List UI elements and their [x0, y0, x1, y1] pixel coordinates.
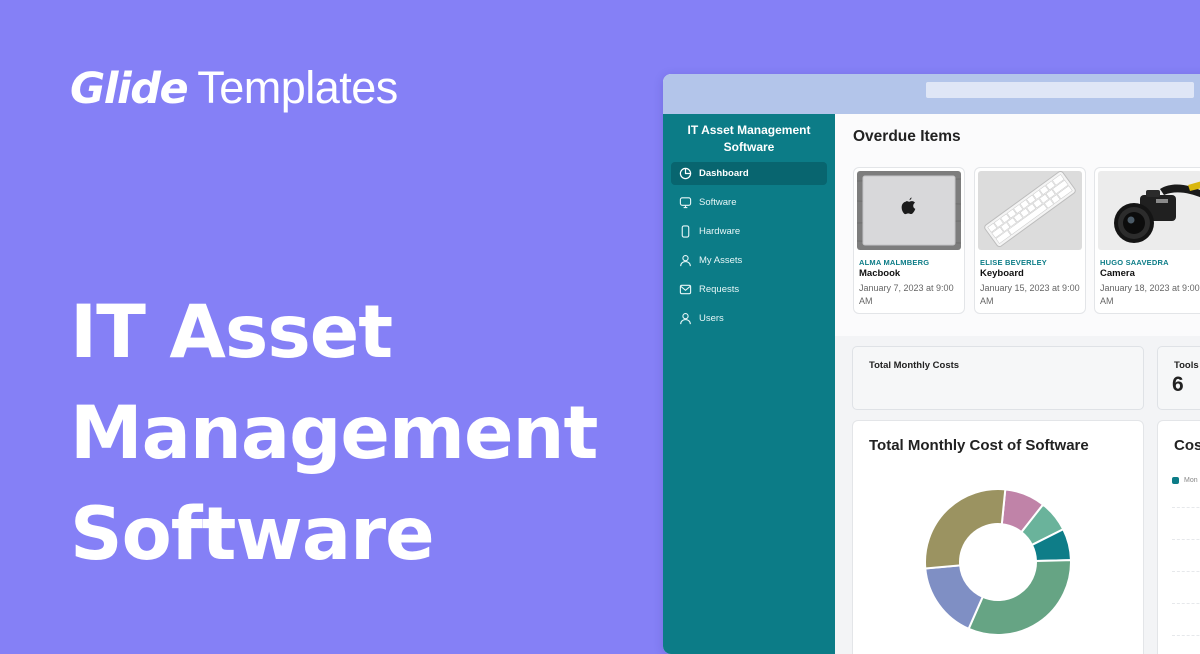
brand: Glide Templates [70, 62, 398, 114]
legend-swatch [1172, 477, 1179, 484]
sidebar: IT Asset Management Software Dashboard S… [663, 114, 835, 654]
sidebar-item-label: Hardware [699, 226, 741, 237]
item-owner: ALMA MALMBERG [859, 258, 930, 267]
sidebar-item-software[interactable]: Software [671, 191, 827, 214]
stat-label: Tools [1174, 360, 1199, 371]
item-name: Keyboard [980, 268, 1024, 279]
cost-chart-card: Cos Mon [1157, 420, 1200, 654]
sidebar-item-users[interactable]: Users [671, 307, 827, 330]
sidebar-item-my-assets[interactable]: My Assets [671, 249, 827, 272]
overdue-item-card[interactable]: ELISE BEVERLEY Keyboard January 15, 2023… [974, 167, 1086, 314]
sidebar-item-hardware[interactable]: Hardware [671, 220, 827, 243]
item-date: January 18, 2023 at 9:00 AM [1100, 283, 1200, 306]
sidebar-item-label: My Assets [699, 255, 743, 266]
gridline [1172, 603, 1200, 604]
item-name: Camera [1100, 268, 1135, 279]
stat-label: Total Monthly Costs [869, 360, 960, 371]
sidebar-item-dashboard[interactable]: Dashboard [671, 162, 827, 185]
overdue-item-card[interactable]: ALMA MALMBERG Macbook January 7, 2023 at… [853, 167, 965, 314]
gridline [1172, 539, 1200, 540]
software-cost-chart-card: Total Monthly Cost of Software [852, 420, 1144, 654]
stat-value: 6 [1172, 373, 1184, 396]
sidebar-item-label: Requests [699, 284, 740, 295]
hero-title-line: Management [70, 391, 598, 476]
gridline [1172, 635, 1200, 636]
pie-chart-icon [678, 167, 692, 181]
keyboard-image [978, 171, 1082, 250]
user-icon [678, 254, 692, 268]
item-name: Macbook [859, 268, 901, 279]
section-title: Overdue Items [853, 128, 961, 145]
hero-title-line: Software [70, 492, 435, 577]
sidebar-item-label: Software [699, 197, 737, 208]
donut-slice[interactable] [924, 488, 1007, 570]
sidebar-item-requests[interactable]: Requests [671, 278, 827, 301]
sidebar-nav: Dashboard Software Hardware My Assets Re… [663, 162, 835, 330]
item-owner: HUGO SAAVEDRA [1100, 258, 1169, 267]
donut-chart [924, 488, 1073, 636]
laptop-image [857, 171, 961, 250]
main-content: Overdue Items ALMA MALMBERG Macbook Janu… [835, 114, 1200, 654]
mail-icon [678, 283, 692, 297]
chart-legend: Mon [1172, 477, 1198, 484]
gridline [1172, 571, 1200, 572]
app-title: IT Asset Management Software [687, 123, 811, 154]
camera-image [1098, 171, 1200, 250]
total-monthly-costs-card[interactable]: Total Monthly Costs [852, 346, 1144, 410]
user-icon [678, 312, 692, 326]
chart-title: Total Monthly Cost of Software [869, 437, 1089, 454]
legend-label: Mon [1184, 477, 1198, 484]
brand-subtitle: Templates [197, 62, 398, 113]
address-bar[interactable] [926, 82, 1194, 98]
overdue-items-section: Overdue Items ALMA MALMBERG Macbook Janu… [835, 114, 1200, 336]
hero-title-line: IT Asset [70, 290, 393, 375]
sidebar-item-label: Users [699, 313, 724, 324]
phone-icon [678, 225, 692, 239]
item-date: January 7, 2023 at 9:00 AM [859, 283, 954, 306]
item-date: January 15, 2023 at 9:00 AM [980, 283, 1080, 306]
monitor-icon [678, 196, 692, 210]
item-owner: ELISE BEVERLEY [980, 258, 1047, 267]
sidebar-item-label: Dashboard [699, 168, 749, 179]
tools-card[interactable]: Tools 6 [1157, 346, 1200, 410]
hero-title: IT Asset Management Software [70, 282, 598, 585]
browser-titlebar [663, 74, 1200, 114]
app-window: IT Asset Management Software Dashboard S… [663, 74, 1200, 654]
overdue-item-card[interactable]: HUGO SAAVEDRA Camera January 18, 2023 at… [1094, 167, 1200, 314]
glide-logo: Glide [70, 64, 189, 114]
chart-title: Cos [1174, 437, 1200, 454]
donut-slice[interactable] [967, 559, 1072, 636]
gridline [1172, 507, 1200, 508]
